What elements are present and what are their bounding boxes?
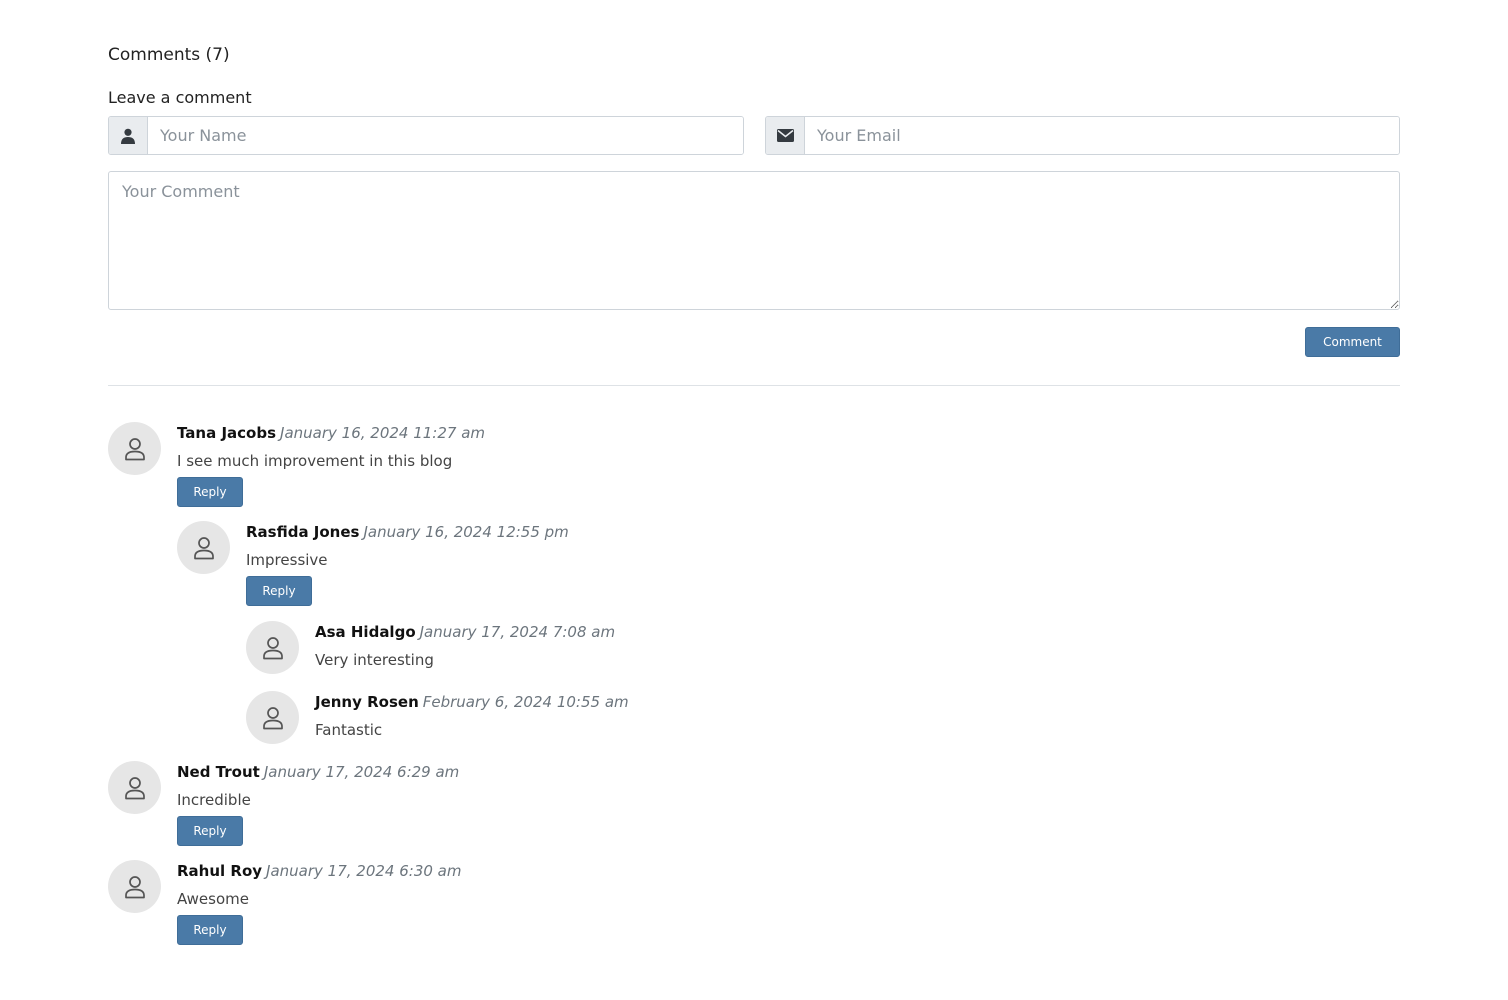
email-input-group bbox=[765, 116, 1400, 155]
user-outline-icon bbox=[124, 776, 146, 800]
comment-date: January 16, 2024 12:55 pm bbox=[363, 523, 569, 541]
comment-date: January 17, 2024 6:29 am bbox=[263, 763, 460, 781]
avatar bbox=[246, 691, 299, 744]
reply-button[interactable]: Reply bbox=[177, 477, 243, 507]
comment-author: Ned Trout bbox=[177, 763, 260, 781]
avatar bbox=[177, 521, 230, 574]
comment-author: Rahul Roy bbox=[177, 862, 263, 880]
user-outline-icon bbox=[262, 636, 284, 660]
avatar bbox=[108, 860, 161, 913]
avatar bbox=[108, 422, 161, 475]
comment-author: Asa Hidalgo bbox=[315, 623, 416, 641]
comment-date: January 17, 2024 6:30 am bbox=[266, 862, 462, 880]
comment-author: Tana Jacobs bbox=[177, 424, 277, 442]
reply-button[interactable]: Reply bbox=[246, 576, 312, 606]
name-input[interactable] bbox=[148, 117, 743, 154]
user-outline-icon bbox=[193, 536, 215, 560]
comment-header: Jenny Rosen February 6, 2024 10:55 am bbox=[315, 693, 629, 711]
comment-author: Rasfida Jones bbox=[246, 523, 360, 541]
reply-button[interactable]: Reply bbox=[177, 915, 243, 945]
comment-author: Jenny Rosen bbox=[315, 693, 419, 711]
comment-text: Impressive bbox=[246, 551, 328, 569]
comment-submit-button[interactable]: Comment bbox=[1305, 327, 1400, 357]
user-outline-icon bbox=[124, 437, 146, 461]
comment-header: Tana Jacobs January 16, 2024 11:27 am bbox=[177, 424, 485, 442]
reply-button[interactable]: Reply bbox=[177, 816, 243, 846]
comment-header: Asa Hidalgo January 17, 2024 7:08 am bbox=[315, 623, 615, 641]
avatar bbox=[246, 621, 299, 674]
comment-date: January 17, 2024 7:08 am bbox=[419, 623, 616, 641]
comment-text: Fantastic bbox=[315, 721, 383, 739]
leave-comment-title: Leave a comment bbox=[108, 88, 252, 107]
name-input-group bbox=[108, 116, 744, 155]
comment-text: Very interesting bbox=[315, 651, 434, 669]
email-input[interactable] bbox=[805, 117, 1399, 154]
comments-heading: Comments (7) bbox=[108, 45, 230, 65]
comment-header: Rahul Roy January 17, 2024 6:30 am bbox=[177, 862, 462, 880]
user-icon bbox=[109, 117, 148, 154]
comment-header: Rasfida Jones January 16, 2024 12:55 pm bbox=[246, 523, 569, 541]
comment-header: Ned Trout January 17, 2024 6:29 am bbox=[177, 763, 459, 781]
divider bbox=[108, 385, 1400, 386]
comment-text: I see much improvement in this blog bbox=[177, 452, 453, 470]
user-outline-icon bbox=[124, 875, 146, 899]
comment-text: Awesome bbox=[177, 890, 249, 908]
comment-textarea[interactable] bbox=[108, 171, 1400, 310]
envelope-icon bbox=[766, 117, 805, 154]
comment-text: Incredible bbox=[177, 791, 251, 809]
comment-date: January 16, 2024 11:27 am bbox=[280, 424, 486, 442]
avatar bbox=[108, 761, 161, 814]
user-outline-icon bbox=[262, 706, 284, 730]
comment-date: February 6, 2024 10:55 am bbox=[422, 693, 629, 711]
